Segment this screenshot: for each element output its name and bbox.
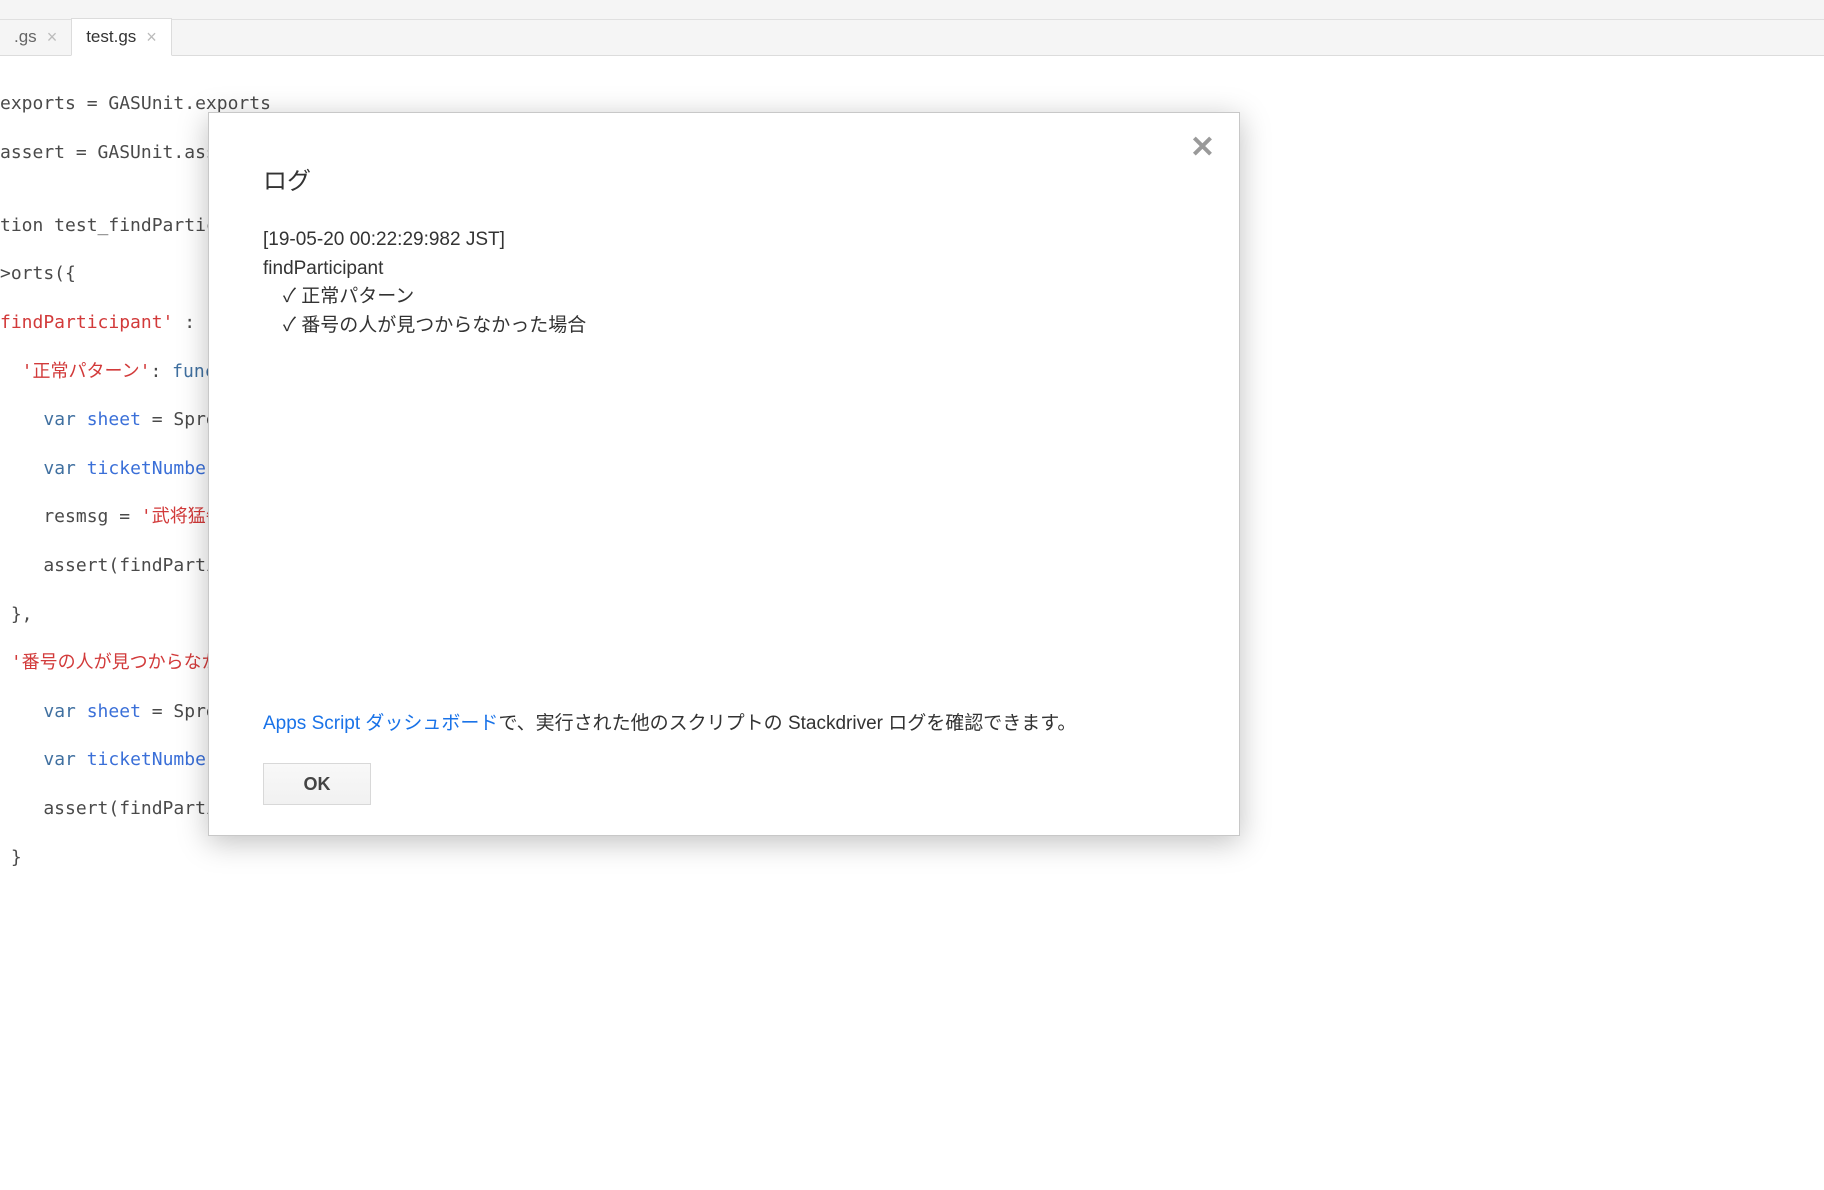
ok-button[interactable]: OK <box>263 763 371 805</box>
code-text <box>76 749 87 770</box>
log-dialog: ✕ ログ [19-05-20 00:22:29:982 JST] findPar… <box>208 112 1240 836</box>
code-text: '番号の人が見つからなか <box>0 652 220 673</box>
code-text <box>0 701 43 722</box>
code-text <box>0 458 43 479</box>
tab-test-gs[interactable]: test.gs × <box>71 18 172 56</box>
toolbar-strip <box>0 0 1824 20</box>
log-timestamp: [19-05-20 00:22:29:982 JST] <box>263 226 1185 255</box>
code-text: '正常パターン' <box>0 361 150 382</box>
dialog-footer-text: Apps Script ダッシュボードで、実行された他のスクリプトの Stack… <box>263 708 1185 735</box>
log-result: ✓ 正常パターン <box>263 283 1185 312</box>
code-text: : <box>150 361 172 382</box>
code-text: var <box>43 409 76 430</box>
code-text <box>0 409 43 430</box>
code-text: var <box>43 458 76 479</box>
code-text: >orts({ <box>0 263 76 284</box>
tab-label: test.gs <box>86 27 136 47</box>
code-text: sheet <box>87 409 141 430</box>
footer-rest: で、実行された他のスクリプトの Stackdriver ログを確認できます。 <box>498 713 1076 734</box>
code-text: sheet <box>87 701 141 722</box>
code-text: findParticipant' <box>0 312 173 333</box>
code-text <box>76 701 87 722</box>
dialog-title: ログ <box>263 161 1185 196</box>
tab-bar: .gs × test.gs × <box>0 20 1824 56</box>
code-text <box>76 458 87 479</box>
apps-script-dashboard-link[interactable]: Apps Script ダッシュボード <box>263 713 498 734</box>
code-text: var <box>43 749 76 770</box>
code-text: = Spre <box>141 409 217 430</box>
code-text: assert(findParti <box>0 798 217 819</box>
close-icon[interactable]: × <box>47 28 58 46</box>
code-text: resmsg = <box>0 506 141 527</box>
code-text: = Spre <box>141 701 217 722</box>
code-text: ticketNumber <box>87 749 217 770</box>
dialog-body: [19-05-20 00:22:29:982 JST] findParticip… <box>263 226 1185 708</box>
code-text: var <box>43 701 76 722</box>
code-text: }, <box>0 604 33 625</box>
tab-label: .gs <box>14 27 37 47</box>
code-text <box>76 409 87 430</box>
close-icon[interactable]: ✕ <box>1190 133 1215 163</box>
close-icon[interactable]: × <box>146 28 157 46</box>
code-text: } <box>0 847 22 868</box>
code-text: : <box>173 312 206 333</box>
code-text: assert(findParti <box>0 555 217 576</box>
code-text <box>0 749 43 770</box>
code-text: ticketNumber <box>87 458 217 479</box>
log-test-name: findParticipant <box>263 255 1185 284</box>
log-result: ✓ 番号の人が見つからなかった場合 <box>263 312 1185 341</box>
tab-gs[interactable]: .gs × <box>0 19 71 55</box>
code-text: tion test_findPartic <box>0 215 217 236</box>
